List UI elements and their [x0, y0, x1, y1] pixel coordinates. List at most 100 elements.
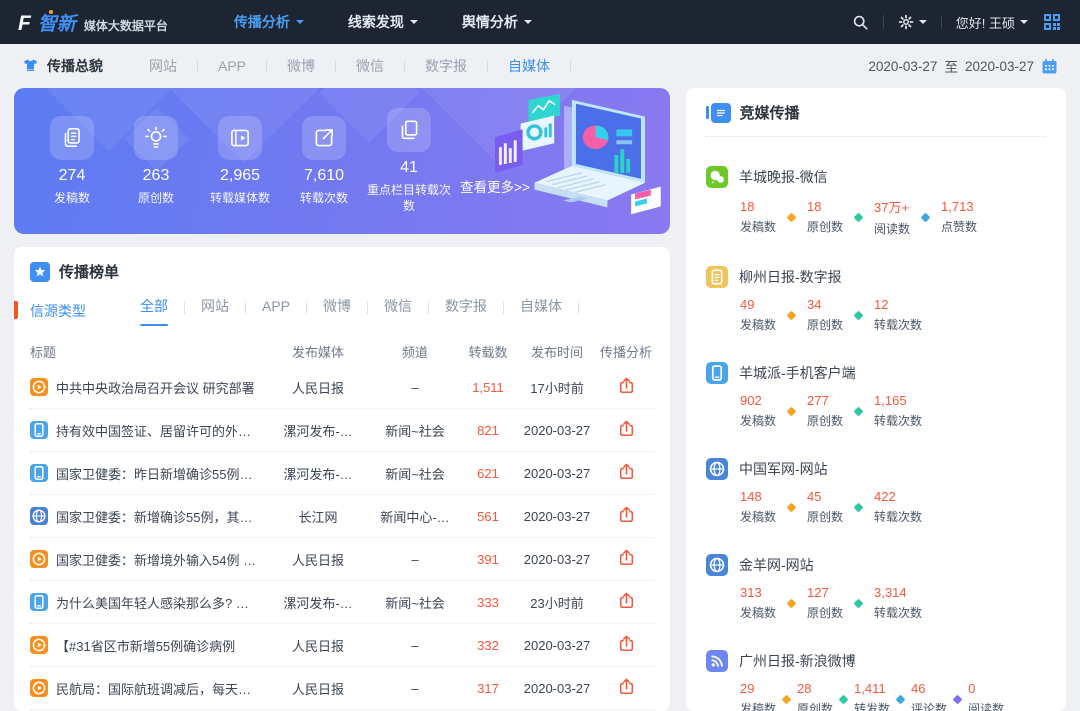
tab-app[interactable]: APP [198, 58, 266, 74]
spread-analysis-button[interactable] [617, 591, 636, 610]
date-separator: 至 [944, 56, 958, 76]
stat-value: 1,165 [874, 393, 922, 408]
article-title[interactable]: 国家卫健委：新增确诊55例，其… [56, 507, 252, 526]
spread-analysis-button[interactable] [617, 419, 636, 438]
competitor-item: 羊城派-手机客户端 902发稿数 277原创数 1,165转载次数 [706, 362, 1046, 429]
stat-value: 263 [114, 167, 198, 185]
channel: – [370, 681, 460, 696]
stat-key-column-reprints: 41 重点栏目转载次数 [366, 108, 452, 214]
table-header: 标题 发布媒体 频道 转载数 发布时间 传播分析 [30, 336, 654, 366]
article-title[interactable]: 持有效中国签证、居留许可的外… [56, 421, 251, 440]
tab-website[interactable]: 网站 [129, 56, 197, 76]
competitor-stats: 148发稿数 45原创数 422转载次数 [740, 489, 1046, 525]
competitor-name[interactable]: 羊城派-手机客户端 [739, 363, 856, 383]
diamond-separator-icon [896, 694, 906, 704]
stat-value: 18 [807, 199, 843, 214]
spread-analysis-button[interactable] [617, 505, 636, 524]
table-row[interactable]: 持有效中国签证、居留许可的外… 漯河发布-… 新闻~社会 821 2020-03… [30, 409, 654, 452]
stat-value: 1,411 [854, 681, 890, 696]
competitor-item: 羊城晚报-微信 18发稿数 18原创数 37万+阅读数 1,713点赞数 [706, 166, 1046, 237]
col-time: 发布时间 [516, 342, 598, 361]
reprint-count: 561 [460, 509, 516, 524]
channel: 新闻~社会 [370, 421, 460, 440]
tab-weibo[interactable]: 微博 [307, 296, 367, 326]
reprint-count: 1,511 [460, 380, 516, 395]
stat-label: 发稿数 [740, 604, 776, 621]
menu-spread-analysis[interactable]: 传播分析 [234, 12, 304, 32]
tab-overview[interactable]: 传播总貌 [22, 56, 103, 76]
tab-self-media[interactable]: 自媒体 [504, 296, 578, 326]
tab-weibo[interactable]: 微博 [267, 56, 335, 76]
stat-label: 原创数 [807, 316, 843, 333]
calendar-icon [1041, 58, 1058, 75]
publish-time: 2020-03-27 [516, 466, 598, 481]
stat-value: 1,713 [941, 199, 977, 214]
ranking-star-icon [30, 262, 50, 282]
divider [706, 136, 1046, 137]
table-row[interactable]: 民航局：国际航班调减后，每天… 人民日报 – 317 2020-03-27 [30, 667, 654, 710]
table-row[interactable]: 【#31省区市新增55例确诊病例 人民日报 – 332 2020-03-27 [30, 624, 654, 667]
channel: – [370, 552, 460, 567]
tab-website[interactable]: 网站 [185, 296, 245, 326]
table-row[interactable]: 国家卫健委：新增境外输入54例 … 人民日报 – 391 2020-03-27 [30, 538, 654, 581]
tab-all[interactable]: 全部 [124, 296, 184, 326]
tab-wechat[interactable]: 微信 [368, 296, 428, 326]
table-row[interactable]: 中共中央政治局召开会议 研究部署 人民日报 – 1,511 17小时前 [30, 366, 654, 409]
search-icon[interactable] [852, 14, 869, 31]
table-row[interactable]: 为什么美国年轻人感染那么多? … 漯河发布-… 新闻~社会 333 23小时前 [30, 581, 654, 624]
video-icon [30, 550, 48, 568]
main-menu: 传播分析 线索发现 舆情分析 [234, 12, 532, 32]
competitor-name[interactable]: 羊城晚报-微信 [739, 167, 828, 187]
article-title[interactable]: 中共中央政治局召开会议 研究部署 [56, 378, 255, 397]
view-more-link[interactable]: 查看更多>> [460, 176, 530, 196]
media-play-icon [218, 116, 262, 160]
settings-gear-button[interactable] [898, 14, 927, 30]
tab-app[interactable]: APP [246, 298, 306, 324]
diamond-separator-icon [782, 694, 792, 704]
tab-digital-paper[interactable]: 数字报 [405, 56, 487, 76]
article-title[interactable]: 民航局：国际航班调减后，每天… [56, 679, 251, 698]
date-start: 2020-03-27 [868, 59, 937, 74]
diamond-separator-icon [787, 310, 797, 320]
share-out-icon [302, 116, 346, 160]
spread-analysis-button[interactable] [617, 634, 636, 653]
diamond-separator-icon [854, 502, 864, 512]
date-range-picker[interactable]: 2020-03-27 至 2020-03-27 [868, 56, 1058, 76]
menu-clue-discovery[interactable]: 线索发现 [348, 12, 418, 32]
user-menu[interactable]: 您好! 王硕 [956, 13, 1028, 32]
article-title[interactable]: 国家卫健委：新增境外输入54例 … [56, 550, 256, 569]
stat-value: 277 [807, 393, 843, 408]
col-analysis: 传播分析 [598, 342, 654, 361]
spread-analysis-button[interactable] [617, 376, 636, 395]
stat-label: 原创数 [807, 508, 843, 525]
competitor-name[interactable]: 金羊网-网站 [739, 555, 814, 575]
tab-self-media[interactable]: 自媒体 [488, 56, 570, 76]
tab-digital-paper[interactable]: 数字报 [429, 296, 503, 326]
table-row[interactable]: 国家卫健委：昨日新增确诊55例… 漯河发布-… 新闻~社会 621 2020-0… [30, 452, 654, 495]
col-channel: 频道 [370, 342, 460, 361]
competitor-name[interactable]: 柳州日报-数字报 [739, 267, 842, 287]
channel: 新闻~社会 [370, 593, 460, 612]
qr-code-icon[interactable] [1042, 12, 1062, 32]
competitor-name[interactable]: 广州日报-新浪微博 [739, 651, 856, 671]
spread-analysis-button[interactable] [617, 462, 636, 481]
stat-value: 28 [797, 681, 833, 696]
menu-sentiment-analysis[interactable]: 舆情分析 [462, 12, 532, 32]
article-title[interactable]: 【#31省区市新增55例确诊病例 [56, 636, 235, 655]
spread-analysis-button[interactable] [617, 677, 636, 696]
app-icon [30, 464, 48, 482]
stat-reprints: 7,610 转载次数 [282, 116, 366, 206]
publish-media: 人民日报 [266, 550, 370, 569]
article-title[interactable]: 为什么美国年轻人感染那么多? … [56, 593, 249, 612]
article-title[interactable]: 国家卫健委：昨日新增确诊55例… [56, 464, 252, 483]
competitor-name[interactable]: 中国军网-网站 [739, 459, 828, 479]
stat-label: 阅读数 [968, 700, 1004, 711]
tab-wechat[interactable]: 微信 [336, 56, 404, 76]
diamond-separator-icon [787, 502, 797, 512]
spread-analysis-button[interactable] [617, 548, 636, 567]
col-reprints: 转载数 [460, 342, 516, 361]
divider [570, 60, 571, 73]
table-row[interactable]: 国家卫健委：新增确诊55例，其… 长江网 新闻中心-… 561 2020-03-… [30, 495, 654, 538]
stat-value: 3,314 [874, 585, 922, 600]
tshirt-icon [22, 58, 39, 74]
